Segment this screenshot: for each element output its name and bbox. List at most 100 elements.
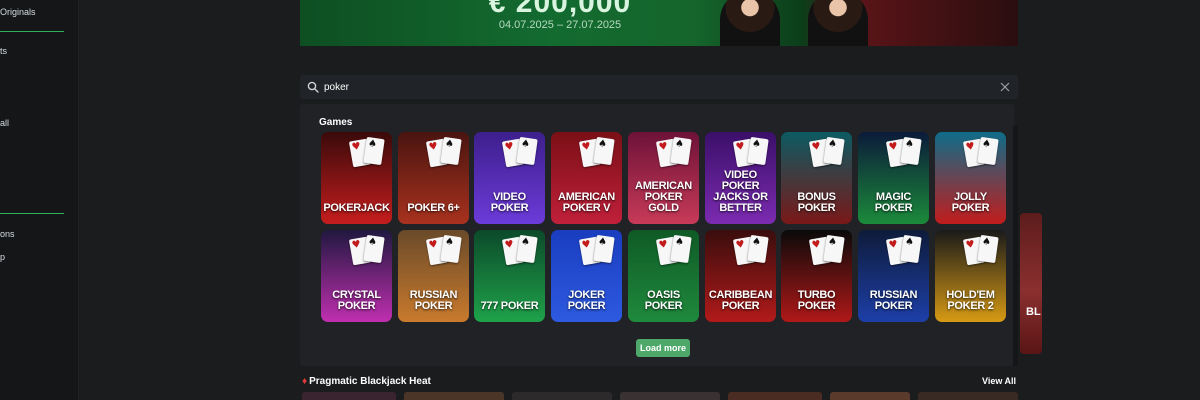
game-title: CRYSTAL POKER xyxy=(332,289,381,312)
playing-card-icon: ♠ xyxy=(440,136,462,166)
sidebar-divider xyxy=(0,213,64,214)
game-title: CARIBBEAN POKER xyxy=(708,289,773,312)
section-thumbnail[interactable] xyxy=(404,392,504,400)
playing-card-icon: ♠ xyxy=(900,136,922,166)
game-title: VIDEO POKER JACKS OR BETTER xyxy=(713,169,768,214)
sidebar-item-label: p xyxy=(0,252,6,262)
sidebar-item-ons[interactable]: ons xyxy=(0,229,15,239)
results-heading: Games xyxy=(319,117,353,128)
game-tile[interactable]: ♥ ♠ RUSSIAN POKER xyxy=(398,230,469,322)
section-thumbnail[interactable] xyxy=(512,392,612,400)
sidebar-item-label: Originals xyxy=(0,7,36,17)
game-title: JOKER POKER xyxy=(567,289,606,312)
game-tile[interactable]: ♥ ♠ CARIBBEAN POKER xyxy=(705,230,776,322)
game-title: TURBO POKER xyxy=(797,289,836,312)
sidebar-item-label: ts xyxy=(0,46,8,56)
playing-card-icon: ♠ xyxy=(747,234,769,264)
game-artwork: ♥ ♠ xyxy=(321,132,392,187)
section-thumbnail[interactable] xyxy=(728,392,822,400)
game-tile[interactable]: ♥ ♠ JOLLY POKER xyxy=(935,132,1006,224)
game-title: POKERJACK xyxy=(323,202,390,214)
game-tile[interactable]: ♥ ♠ BONUS POKER xyxy=(781,132,852,224)
game-title: HOLD'EM POKER 2 xyxy=(946,289,995,312)
playing-card-icon: ♠ xyxy=(440,234,462,264)
game-artwork: ♥ ♠ xyxy=(935,132,1006,187)
game-tile[interactable]: ♥ ♠ 777 POKER xyxy=(474,230,545,322)
section-thumbnail[interactable] xyxy=(918,392,1018,400)
search-input[interactable] xyxy=(324,78,964,96)
banner-dates: 04.07.2025 – 27.07.2025 xyxy=(498,19,622,31)
playing-card-icon: ♠ xyxy=(363,234,385,264)
game-artwork: ♥ ♠ xyxy=(551,230,622,285)
game-artwork: ♥ ♠ xyxy=(551,132,622,187)
game-title: BONUS POKER xyxy=(797,191,836,214)
game-tile[interactable]: ♥ ♠ AMERICAN POKER GOLD xyxy=(628,132,699,224)
game-artwork: ♥ ♠ xyxy=(935,230,1006,285)
game-artwork: ♥ ♠ xyxy=(705,230,776,285)
game-tile[interactable]: ♥ ♠ JOKER POKER xyxy=(551,230,622,322)
game-artwork: ♥ ♠ xyxy=(474,230,545,285)
sidebar: Originals ts all ons p xyxy=(0,0,79,400)
partial-game-thumbnail[interactable]: BL xyxy=(1020,213,1042,354)
game-artwork: ♥ ♠ xyxy=(858,230,929,285)
sidebar-item-originals[interactable]: Originals xyxy=(0,7,36,17)
sidebar-item-ts[interactable]: ts xyxy=(0,46,7,56)
playing-card-icon: ♠ xyxy=(977,136,999,166)
search-icon xyxy=(307,81,319,93)
close-icon[interactable] xyxy=(1000,82,1010,92)
game-tile[interactable]: ♥ ♠ RUSSIAN POKER xyxy=(858,230,929,322)
game-tile[interactable]: ♥ ♠ MAGIC POKER xyxy=(858,132,929,224)
game-title: MAGIC POKER xyxy=(874,191,913,214)
game-search-bar xyxy=(300,75,1018,99)
game-title: AMERICAN POKER GOLD xyxy=(635,180,692,214)
game-title: OASIS POKER xyxy=(644,289,683,312)
game-artwork: ♥ ♠ xyxy=(858,132,929,187)
section-thumbnail[interactable] xyxy=(302,392,396,400)
game-title: VIDEO POKER xyxy=(490,191,529,214)
game-tile[interactable]: ♥ ♠ POKER 6+ xyxy=(398,132,469,224)
playing-card-icon: ♠ xyxy=(747,136,769,166)
game-tile[interactable]: ♥ ♠ CRYSTAL POKER xyxy=(321,230,392,322)
playing-card-icon: ♠ xyxy=(823,234,845,264)
playing-card-icon: ♠ xyxy=(363,136,385,166)
section-thumbnail[interactable] xyxy=(830,392,910,400)
load-more-button[interactable]: Load more xyxy=(636,339,690,357)
game-tile[interactable]: ♥ ♠ HOLD'EM POKER 2 xyxy=(935,230,1006,322)
sidebar-item-all[interactable]: all xyxy=(0,118,9,128)
game-artwork: ♥ ♠ xyxy=(628,230,699,285)
banner-dealer-image xyxy=(808,0,868,46)
playing-card-icon: ♠ xyxy=(593,234,615,264)
game-artwork: ♥ ♠ xyxy=(781,132,852,187)
game-title: 777 POKER xyxy=(480,300,539,312)
banner-dealer-image xyxy=(720,0,780,46)
playing-card-icon: ♠ xyxy=(670,234,692,264)
playing-card-icon: ♠ xyxy=(900,234,922,264)
game-tile[interactable]: ♥ ♠ AMERICAN POKER V xyxy=(551,132,622,224)
game-artwork: ♥ ♠ xyxy=(474,132,545,187)
game-artwork: ♥ ♠ xyxy=(321,230,392,285)
game-title: RUSSIAN POKER xyxy=(869,289,918,312)
game-tile[interactable]: ♥ ♠ POKERJACK xyxy=(321,132,392,224)
game-artwork: ♥ ♠ xyxy=(398,230,469,285)
game-tile[interactable]: ♥ ♠ VIDEO POKER xyxy=(474,132,545,224)
game-title: RUSSIAN POKER xyxy=(409,289,458,312)
game-artwork: ♥ ♠ xyxy=(781,230,852,285)
section-thumbnail[interactable] xyxy=(620,392,720,400)
game-tile[interactable]: ♥ ♠ OASIS POKER xyxy=(628,230,699,322)
sidebar-item-label: all xyxy=(0,118,10,128)
game-tile[interactable]: ♥ ♠ VIDEO POKER JACKS OR BETTER xyxy=(705,132,776,224)
playing-card-icon: ♠ xyxy=(977,234,999,264)
sidebar-item-p[interactable]: p xyxy=(0,252,5,262)
sidebar-item-label: ons xyxy=(0,229,15,239)
game-title: AMERICAN POKER V xyxy=(558,191,615,214)
scrollbar[interactable] xyxy=(1013,126,1018,366)
playing-card-icon: ♠ xyxy=(593,136,615,166)
playing-card-icon: ♠ xyxy=(823,136,845,166)
game-artwork: ♥ ♠ xyxy=(628,132,699,187)
game-title: POKER 6+ xyxy=(407,202,460,214)
promo-banner[interactable]: € 200,000 04.07.2025 – 27.07.2025 xyxy=(300,0,1018,46)
game-artwork: ♥ ♠ xyxy=(398,132,469,187)
game-tile[interactable]: ♥ ♠ TURBO POKER xyxy=(781,230,852,322)
view-all-link[interactable]: View All xyxy=(982,376,1016,386)
game-title: JOLLY POKER xyxy=(951,191,990,214)
